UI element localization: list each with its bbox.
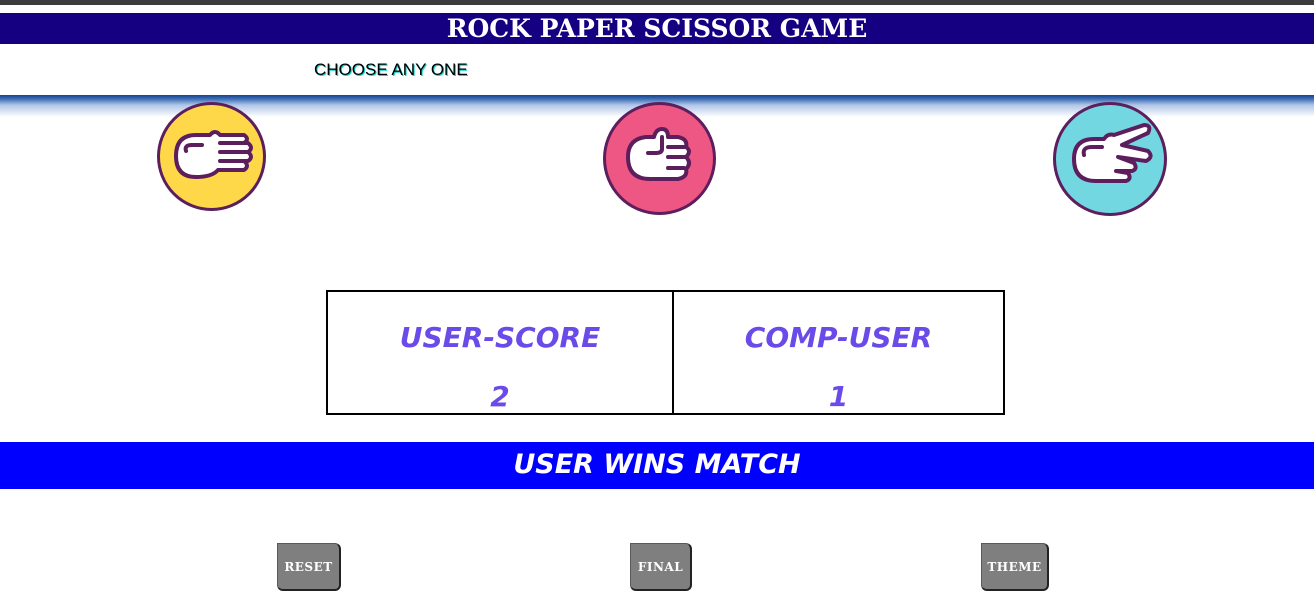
rock-fist-icon xyxy=(626,127,691,181)
paper-hand-icon xyxy=(174,130,253,179)
theme-button[interactable]: THEME xyxy=(981,543,1049,591)
top-strip xyxy=(0,0,1314,5)
page-title: ROCK PAPER SCISSOR GAME xyxy=(0,13,1314,44)
comp-score-label: COMP-USER xyxy=(744,321,933,354)
scissor-choice[interactable] xyxy=(1053,102,1167,216)
user-score-cell: USER-SCORE 2 xyxy=(328,292,672,413)
choose-instruction: CHOOSE ANY ONE xyxy=(314,60,468,79)
scoreboard: USER-SCORE 2 COMP-USER 1 xyxy=(326,290,1005,415)
scissor-hand-icon xyxy=(1072,123,1153,183)
final-button[interactable]: FINAL xyxy=(630,543,692,591)
reset-button[interactable]: RESET xyxy=(277,543,341,591)
comp-score-value: 1 xyxy=(828,380,849,413)
comp-score-cell: COMP-USER 1 xyxy=(674,292,1003,413)
result-message: USER WINS MATCH xyxy=(0,442,1314,489)
paper-choice[interactable] xyxy=(157,102,266,211)
rock-choice[interactable] xyxy=(603,102,716,215)
user-score-value: 2 xyxy=(490,380,510,413)
user-score-label: USER-SCORE xyxy=(399,321,601,354)
